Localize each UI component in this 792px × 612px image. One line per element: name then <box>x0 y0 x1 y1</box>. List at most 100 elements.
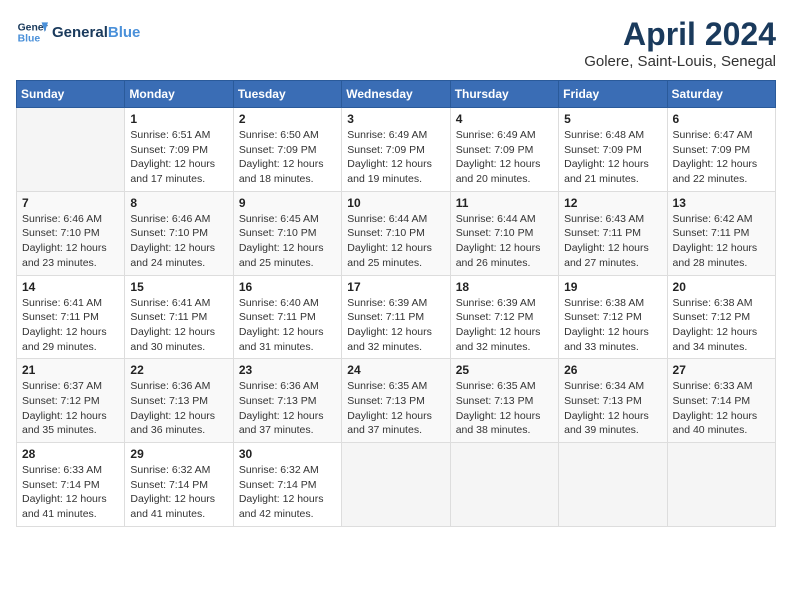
calendar-cell: 21 Sunrise: 6:37 AMSunset: 7:12 PMDayligh… <box>17 359 125 443</box>
calendar-cell: 26Sunrise: 6:34 AMSunset: 7:13 PMDayligh… <box>559 359 667 443</box>
calendar-cell: 1 Sunrise: 6:51 AMSunset: 7:09 PMDaylight… <box>125 108 233 192</box>
calendar-cell: 13 Sunrise: 6:42 AMSunset: 7:11 PMDayligh… <box>667 191 775 275</box>
weekday-header-tuesday: Tuesday <box>233 81 341 108</box>
calendar-cell: 4 Sunrise: 6:49 AMSunset: 7:09 PMDaylight… <box>450 108 558 192</box>
calendar-cell: 17 Sunrise: 6:39 AMSunset: 7:11 PMDayligh… <box>342 275 450 359</box>
day-number: 20 <box>673 280 770 294</box>
day-info: Sunrise: 6:40 AMSunset: 7:11 PMDaylight:… <box>239 296 336 355</box>
calendar-cell: 29 Sunrise: 6:32 AMSunset: 7:14 PMDayligh… <box>125 443 233 527</box>
day-number: 24 <box>347 363 444 377</box>
day-info: Sunrise: 6:33 AMSunset: 7:14 PMDaylight:… <box>673 379 770 438</box>
calendar-cell <box>342 443 450 527</box>
logo-icon: General Blue <box>16 16 48 48</box>
day-number: 5 <box>564 112 661 126</box>
day-info: Sunrise: 6:37 AMSunset: 7:12 PMDaylight:… <box>22 379 119 438</box>
day-info: Sunrise: 6:33 AMSunset: 7:14 PMDaylight:… <box>22 463 119 522</box>
day-info: Sunrise: 6:45 AMSunset: 7:10 PMDaylight:… <box>239 212 336 271</box>
weekday-header-sunday: Sunday <box>17 81 125 108</box>
calendar-cell: 7 Sunrise: 6:46 AMSunset: 7:10 PMDaylight… <box>17 191 125 275</box>
calendar-cell: 15 Sunrise: 6:41 AMSunset: 7:11 PMDayligh… <box>125 275 233 359</box>
day-info: Sunrise: 6:38 AMSunset: 7:12 PMDaylight:… <box>564 296 661 355</box>
calendar-cell <box>450 443 558 527</box>
calendar-cell: 6 Sunrise: 6:47 AMSunset: 7:09 PMDaylight… <box>667 108 775 192</box>
location-subtitle: Golere, Saint-Louis, Senegal <box>584 53 776 70</box>
day-info: Sunrise: 6:36 AMSunset: 7:13 PMDaylight:… <box>239 379 336 438</box>
day-number: 19 <box>564 280 661 294</box>
day-number: 29 <box>130 447 227 461</box>
day-number: 21 <box>22 363 119 377</box>
day-info: Sunrise: 6:34 AMSunset: 7:13 PMDaylight:… <box>564 379 661 438</box>
day-number: 7 <box>22 196 119 210</box>
calendar-cell <box>559 443 667 527</box>
day-info: Sunrise: 6:48 AMSunset: 7:09 PMDaylight:… <box>564 128 661 187</box>
day-info: Sunrise: 6:46 AMSunset: 7:10 PMDaylight:… <box>130 212 227 271</box>
calendar-cell <box>667 443 775 527</box>
calendar-cell <box>17 108 125 192</box>
calendar-cell: 28 Sunrise: 6:33 AMSunset: 7:14 PMDayligh… <box>17 443 125 527</box>
day-number: 10 <box>347 196 444 210</box>
day-number: 14 <box>22 280 119 294</box>
day-number: 4 <box>456 112 553 126</box>
title-block: April 2024 Golere, Saint-Louis, Senegal <box>584 16 776 70</box>
day-info: Sunrise: 6:49 AMSunset: 7:09 PMDaylight:… <box>456 128 553 187</box>
calendar-cell: 14Sunrise: 6:41 AMSunset: 7:11 PMDayligh… <box>17 275 125 359</box>
day-info: Sunrise: 6:32 AMSunset: 7:14 PMDaylight:… <box>239 463 336 522</box>
calendar-week-1: 1 Sunrise: 6:51 AMSunset: 7:09 PMDaylight… <box>17 108 776 192</box>
calendar-cell: 16 Sunrise: 6:40 AMSunset: 7:11 PMDayligh… <box>233 275 341 359</box>
calendar-week-2: 7 Sunrise: 6:46 AMSunset: 7:10 PMDaylight… <box>17 191 776 275</box>
logo: General Blue GeneralBlue <box>16 16 140 48</box>
weekday-header-wednesday: Wednesday <box>342 81 450 108</box>
day-info: Sunrise: 6:51 AMSunset: 7:09 PMDaylight:… <box>130 128 227 187</box>
day-number: 8 <box>130 196 227 210</box>
day-number: 28 <box>22 447 119 461</box>
day-info: Sunrise: 6:36 AMSunset: 7:13 PMDaylight:… <box>130 379 227 438</box>
calendar-cell: 18 Sunrise: 6:39 AMSunset: 7:12 PMDayligh… <box>450 275 558 359</box>
weekday-header-thursday: Thursday <box>450 81 558 108</box>
day-info: Sunrise: 6:35 AMSunset: 7:13 PMDaylight:… <box>347 379 444 438</box>
day-number: 30 <box>239 447 336 461</box>
day-number: 23 <box>239 363 336 377</box>
logo-text: GeneralBlue <box>52 24 140 41</box>
day-info: Sunrise: 6:39 AMSunset: 7:12 PMDaylight:… <box>456 296 553 355</box>
calendar-cell: 11Sunrise: 6:44 AMSunset: 7:10 PMDayligh… <box>450 191 558 275</box>
calendar-cell: 9Sunrise: 6:45 AMSunset: 7:10 PMDaylight… <box>233 191 341 275</box>
day-info: Sunrise: 6:46 AMSunset: 7:10 PMDaylight:… <box>22 212 119 271</box>
calendar-cell: 8 Sunrise: 6:46 AMSunset: 7:10 PMDaylight… <box>125 191 233 275</box>
calendar-cell: 23 Sunrise: 6:36 AMSunset: 7:13 PMDayligh… <box>233 359 341 443</box>
day-info: Sunrise: 6:50 AMSunset: 7:09 PMDaylight:… <box>239 128 336 187</box>
calendar-cell: 19 Sunrise: 6:38 AMSunset: 7:12 PMDayligh… <box>559 275 667 359</box>
calendar-cell: 5 Sunrise: 6:48 AMSunset: 7:09 PMDaylight… <box>559 108 667 192</box>
day-number: 2 <box>239 112 336 126</box>
day-number: 1 <box>130 112 227 126</box>
day-number: 25 <box>456 363 553 377</box>
day-info: Sunrise: 6:49 AMSunset: 7:09 PMDaylight:… <box>347 128 444 187</box>
day-number: 17 <box>347 280 444 294</box>
calendar-table: SundayMondayTuesdayWednesdayThursdayFrid… <box>16 80 776 527</box>
day-number: 3 <box>347 112 444 126</box>
header: General Blue GeneralBlue April 2024 Gole… <box>16 16 776 70</box>
calendar-cell: 2 Sunrise: 6:50 AMSunset: 7:09 PMDaylight… <box>233 108 341 192</box>
day-info: Sunrise: 6:39 AMSunset: 7:11 PMDaylight:… <box>347 296 444 355</box>
calendar-cell: 3 Sunrise: 6:49 AMSunset: 7:09 PMDaylight… <box>342 108 450 192</box>
calendar-cell: 27Sunrise: 6:33 AMSunset: 7:14 PMDayligh… <box>667 359 775 443</box>
weekday-header-saturday: Saturday <box>667 81 775 108</box>
day-info: Sunrise: 6:32 AMSunset: 7:14 PMDaylight:… <box>130 463 227 522</box>
day-number: 13 <box>673 196 770 210</box>
calendar-cell: 30 Sunrise: 6:32 AMSunset: 7:14 PMDayligh… <box>233 443 341 527</box>
day-number: 15 <box>130 280 227 294</box>
weekday-header-monday: Monday <box>125 81 233 108</box>
day-info: Sunrise: 6:41 AMSunset: 7:11 PMDaylight:… <box>130 296 227 355</box>
calendar-cell: 10Sunrise: 6:44 AMSunset: 7:10 PMDayligh… <box>342 191 450 275</box>
calendar-cell: 20Sunrise: 6:38 AMSunset: 7:12 PMDayligh… <box>667 275 775 359</box>
calendar-cell: 25Sunrise: 6:35 AMSunset: 7:13 PMDayligh… <box>450 359 558 443</box>
day-number: 12 <box>564 196 661 210</box>
day-number: 18 <box>456 280 553 294</box>
calendar-cell: 22Sunrise: 6:36 AMSunset: 7:13 PMDayligh… <box>125 359 233 443</box>
calendar-week-3: 14 Sunrise: 6:41 AMSunset: 7:11 PMDayligh… <box>17 275 776 359</box>
day-number: 6 <box>673 112 770 126</box>
calendar-cell: 24 Sunrise: 6:35 AMSunset: 7:13 PMDayligh… <box>342 359 450 443</box>
day-number: 16 <box>239 280 336 294</box>
month-year-title: April 2024 <box>584 16 776 53</box>
day-info: Sunrise: 6:42 AMSunset: 7:11 PMDaylight:… <box>673 212 770 271</box>
day-info: Sunrise: 6:47 AMSunset: 7:09 PMDaylight:… <box>673 128 770 187</box>
